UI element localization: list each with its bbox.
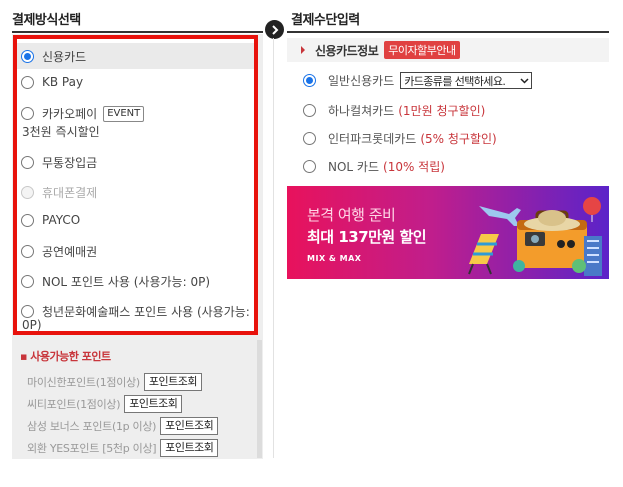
- payment-option-label: 신용카드: [42, 49, 87, 64]
- radio-button[interactable]: [21, 305, 34, 318]
- kakao-pay-discount-text: 3천원 즉시할인: [22, 125, 100, 139]
- event-badge: EVENT: [103, 105, 145, 122]
- radio-button[interactable]: [21, 213, 34, 227]
- point-row-citi: 씨티포인트(1점이상) 포인트조회: [27, 395, 183, 413]
- card-info-bar: 신용카드정보 무이자할부안내: [287, 38, 609, 62]
- card-option-hana-culture[interactable]: 하나컬쳐카드 (1만원 청구할인): [303, 102, 485, 119]
- card-info-label: 신용카드정보: [315, 43, 379, 58]
- youth-pass-label-cont: 0P): [22, 318, 42, 332]
- card-option-interpark-lotte[interactable]: 인터파크롯데카드 (5% 청구할인): [303, 130, 497, 147]
- banner-headline: 최대 137만원 할인: [307, 228, 427, 246]
- radio-button[interactable]: [303, 132, 316, 145]
- travel-promo-banner[interactable]: 본격 여행 준비 최대 137만원 할인 MIX & MAX: [287, 186, 609, 279]
- radio-button[interactable]: [21, 275, 34, 288]
- payment-option-bank-transfer[interactable]: 무통장입금: [21, 154, 254, 171]
- point-row-shinhan: 마이신한포인트(1점이상) 포인트조회: [27, 373, 202, 391]
- point-row-keb-yes: 외환 YES포인트 [5천p 이상] 포인트조회: [27, 439, 219, 457]
- point-label: 씨티포인트(1점이상): [27, 398, 121, 411]
- radio-button: [21, 186, 34, 199]
- point-label: 삼성 보너스 포인트(1p 이상): [27, 420, 157, 433]
- card-option-nol[interactable]: NOL 카드 (10% 적립): [303, 158, 445, 175]
- payment-method-list: 신용카드 KB Pay 카카오페이 EVENT 3천원 즉시할인 무통장입금 휴…: [13, 35, 258, 335]
- payment-option-kakao-pay[interactable]: 카카오페이 EVENT: [21, 105, 254, 122]
- card-option-general[interactable]: 일반신용카드 카드종류를 선택하세요.: [303, 72, 533, 89]
- card-option-label: 인터파크롯데카드: [328, 132, 417, 146]
- radio-button[interactable]: [21, 156, 34, 169]
- panel-divider: [273, 38, 274, 458]
- chevron-down-icon: [520, 78, 529, 84]
- card-promo: (5% 청구할인): [420, 132, 497, 146]
- radio-button[interactable]: [21, 49, 34, 63]
- interest-free-info-button[interactable]: 무이자할부안내: [384, 41, 460, 59]
- payment-option-label: 무통장입금: [42, 156, 98, 170]
- radio-button[interactable]: [303, 104, 316, 117]
- card-type-select[interactable]: 카드종류를 선택하세요.: [400, 72, 533, 89]
- available-points-title: ▪ 사용가능한 포인트: [20, 350, 111, 363]
- points-scrollbar[interactable]: [257, 340, 262, 458]
- card-promo: (10% 적립): [383, 160, 445, 174]
- radio-button[interactable]: [21, 75, 34, 89]
- card-type-select-value: 카드종류를 선택하세요.: [404, 74, 506, 88]
- point-label: 마이신한포인트(1점이상): [27, 376, 140, 389]
- payment-option-label: 청년문화예술패스 포인트 사용 (사용가능:: [42, 305, 250, 319]
- triangle-right-icon: [301, 46, 305, 54]
- payment-option-label: 휴대폰결제: [42, 186, 98, 200]
- card-option-label: 일반신용카드: [328, 74, 395, 88]
- left-title-underline: [12, 31, 263, 33]
- banner-brand: MIX & MAX: [307, 254, 362, 263]
- point-lookup-button[interactable]: 포인트조회: [124, 395, 183, 413]
- point-row-samsung: 삼성 보너스 포인트(1p 이상) 포인트조회: [27, 417, 219, 435]
- payment-option-label: PAYCO: [42, 213, 81, 227]
- point-label: 외환 YES포인트 [5천p 이상]: [27, 442, 157, 455]
- radio-button[interactable]: [303, 160, 316, 173]
- radio-button[interactable]: [303, 74, 316, 87]
- radio-button[interactable]: [21, 107, 34, 120]
- payment-option-kb-pay[interactable]: KB Pay: [21, 75, 254, 89]
- payment-option-mobile: 휴대폰결제: [21, 184, 254, 201]
- payment-input-title: 결제수단입력: [291, 13, 360, 28]
- payment-option-youth-pass[interactable]: 청년문화예술패스 포인트 사용 (사용가능:: [21, 303, 254, 320]
- payment-method-title: 결제방식선택: [12, 13, 81, 28]
- payment-option-label: NOL 포인트 사용 (사용가능: 0P): [42, 275, 211, 289]
- payment-option-voucher[interactable]: 공연예매권: [21, 243, 254, 260]
- payment-option-label: 공연예매권: [42, 245, 98, 259]
- right-title-underline: [287, 31, 609, 33]
- chevron-right-icon: [265, 20, 284, 39]
- banner-subtitle: 본격 여행 준비: [307, 206, 396, 224]
- card-option-label: 하나컬쳐카드: [328, 104, 395, 118]
- card-promo: (1만원 청구할인): [398, 104, 486, 118]
- payment-option-label: KB Pay: [42, 75, 84, 89]
- point-lookup-button[interactable]: 포인트조회: [160, 417, 219, 435]
- card-option-label: NOL 카드: [328, 160, 380, 174]
- payment-option-credit-card[interactable]: 신용카드: [17, 43, 254, 69]
- payment-option-payco[interactable]: PAYCO: [21, 213, 254, 227]
- point-lookup-button[interactable]: 포인트조회: [160, 439, 219, 457]
- payment-option-nol-point[interactable]: NOL 포인트 사용 (사용가능: 0P): [21, 273, 254, 290]
- payment-option-label: 카카오페이: [42, 107, 98, 121]
- point-lookup-button[interactable]: 포인트조회: [143, 373, 202, 391]
- radio-button[interactable]: [21, 245, 34, 258]
- suitcase-illustration-icon: [468, 197, 602, 276]
